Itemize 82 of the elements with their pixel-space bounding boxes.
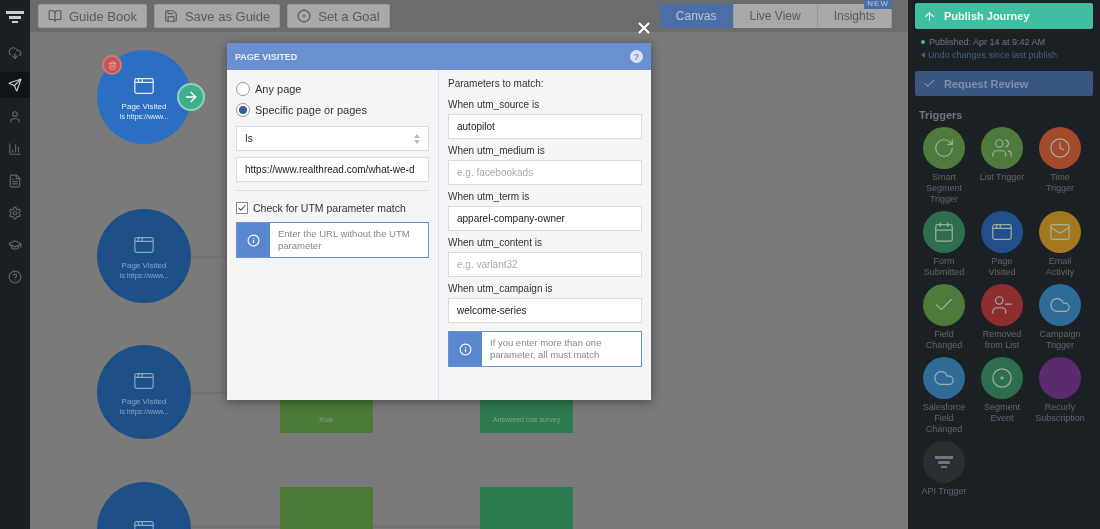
node-title: Page Visited — [121, 101, 167, 111]
publish-button[interactable]: Publish Journey — [915, 3, 1093, 29]
radio-option[interactable]: Any page — [236, 78, 429, 99]
request-review-button[interactable]: Request Review — [915, 71, 1093, 96]
trigger-label: List Trigger — [978, 172, 1026, 183]
radio-button[interactable] — [236, 102, 250, 117]
nav-item[interactable] — [0, 72, 30, 98]
book-icon — [48, 9, 62, 23]
trigger-label: Smart Segment Trigger — [925, 172, 963, 205]
trigger-label: Salesforce Field Changed — [921, 402, 967, 435]
nav-icon — [8, 174, 22, 188]
trigger-icon[interactable] — [923, 127, 965, 169]
match-select[interactable]: Is — [236, 126, 429, 151]
checkbox[interactable] — [236, 202, 248, 214]
node-title: Page Visited — [121, 396, 167, 406]
node-title: Page Visited — [121, 260, 167, 270]
utm-field[interactable]: apparel-company-owner — [448, 206, 642, 231]
field-label: When utm_term is — [448, 191, 531, 202]
view-tab[interactable]: Live View — [733, 4, 818, 28]
nav-icon — [8, 110, 22, 124]
view-tab[interactable]: Canvas — [659, 4, 734, 28]
field-label: When utm_source is — [448, 99, 541, 110]
url-field[interactable]: https://www.realthread.com/what-we-d — [236, 157, 429, 182]
note-text: Enter the URL without the UTM parameter — [277, 227, 411, 253]
trigger-label: Email Activity — [1044, 256, 1076, 278]
radio-button[interactable] — [236, 81, 250, 96]
undo-link[interactable]: Undo changes since last publish — [928, 50, 1058, 60]
nav-icon — [8, 206, 22, 220]
trigger-label: Page Visited — [987, 256, 1017, 278]
trigger-label: Campaign Trigger — [1038, 329, 1082, 351]
trigger-icon[interactable] — [981, 127, 1023, 169]
trigger-label: Time Trigger — [1044, 172, 1076, 194]
trigger-label: Segment Event — [983, 402, 1021, 424]
note-text: If you enter more than one parameter, all must match — [489, 336, 603, 362]
radio-option[interactable]: Specific page or pages — [236, 99, 429, 120]
toolbar-button[interactable]: Set a Goal — [287, 4, 390, 28]
trigger-icon[interactable] — [981, 211, 1023, 253]
trigger-icon[interactable] — [981, 284, 1023, 326]
triangle-icon — [921, 52, 925, 58]
trigger-label: API Trigger — [920, 486, 968, 497]
params-heading: Parameters to match: — [448, 78, 545, 89]
utm-field[interactable]: e.g. facebookads — [448, 160, 642, 185]
nav-icon — [8, 46, 22, 60]
new-badge: NEW — [864, 0, 892, 9]
field-label: When utm_content is — [448, 237, 543, 248]
dialog-title: PAGE VISITED — [235, 51, 298, 62]
nav-icon — [8, 78, 22, 92]
radio-label: Any page — [255, 82, 302, 95]
trigger-icon[interactable] — [923, 284, 965, 326]
utm-field[interactable]: e.g. variant32 — [448, 252, 642, 277]
check-icon — [923, 77, 936, 90]
checkbox-label: Check for UTM parameter match — [253, 202, 406, 214]
arrow-right-icon[interactable] — [177, 83, 205, 111]
trigger-icon[interactable] — [1039, 127, 1081, 169]
utm-field[interactable]: welcome-series — [448, 298, 642, 323]
trigger-icon[interactable] — [981, 357, 1023, 399]
trigger-label: Removed from List — [981, 329, 1023, 351]
trigger-label: Form Submitted — [922, 256, 966, 278]
field-label: When utm_medium is — [448, 145, 546, 156]
info-icon — [459, 342, 472, 356]
toolbar-button[interactable]: Save as Guide — [153, 4, 281, 28]
target-icon — [297, 9, 312, 23]
utm-field[interactable]: autopilot — [448, 114, 642, 139]
info-icon — [247, 233, 260, 247]
trigger-label: Recurly Subscription — [1035, 402, 1085, 424]
toolbar-button[interactable]: Guide Book — [38, 4, 147, 28]
triggers-heading: Triggers — [919, 109, 964, 121]
nav-icon — [8, 270, 22, 284]
trigger-icon[interactable] — [1039, 211, 1081, 253]
help-icon[interactable]: ? — [630, 50, 643, 63]
trigger-label: Field Changed — [924, 329, 964, 351]
published-status: Published: Apr 14 at 9:42 AM — [921, 37, 1093, 47]
arrow-up-icon — [923, 9, 936, 23]
nav-icon — [8, 142, 22, 156]
trigger-icon[interactable] — [923, 441, 965, 483]
trigger-icon[interactable] — [923, 357, 965, 399]
sort-icon — [414, 133, 420, 144]
field-label: When utm_campaign is — [448, 283, 554, 294]
radio-label: Specific page or pages — [255, 103, 367, 116]
nav-icon — [8, 238, 22, 252]
trigger-icon[interactable] — [923, 211, 965, 253]
trigger-icon[interactable] — [1039, 284, 1081, 326]
